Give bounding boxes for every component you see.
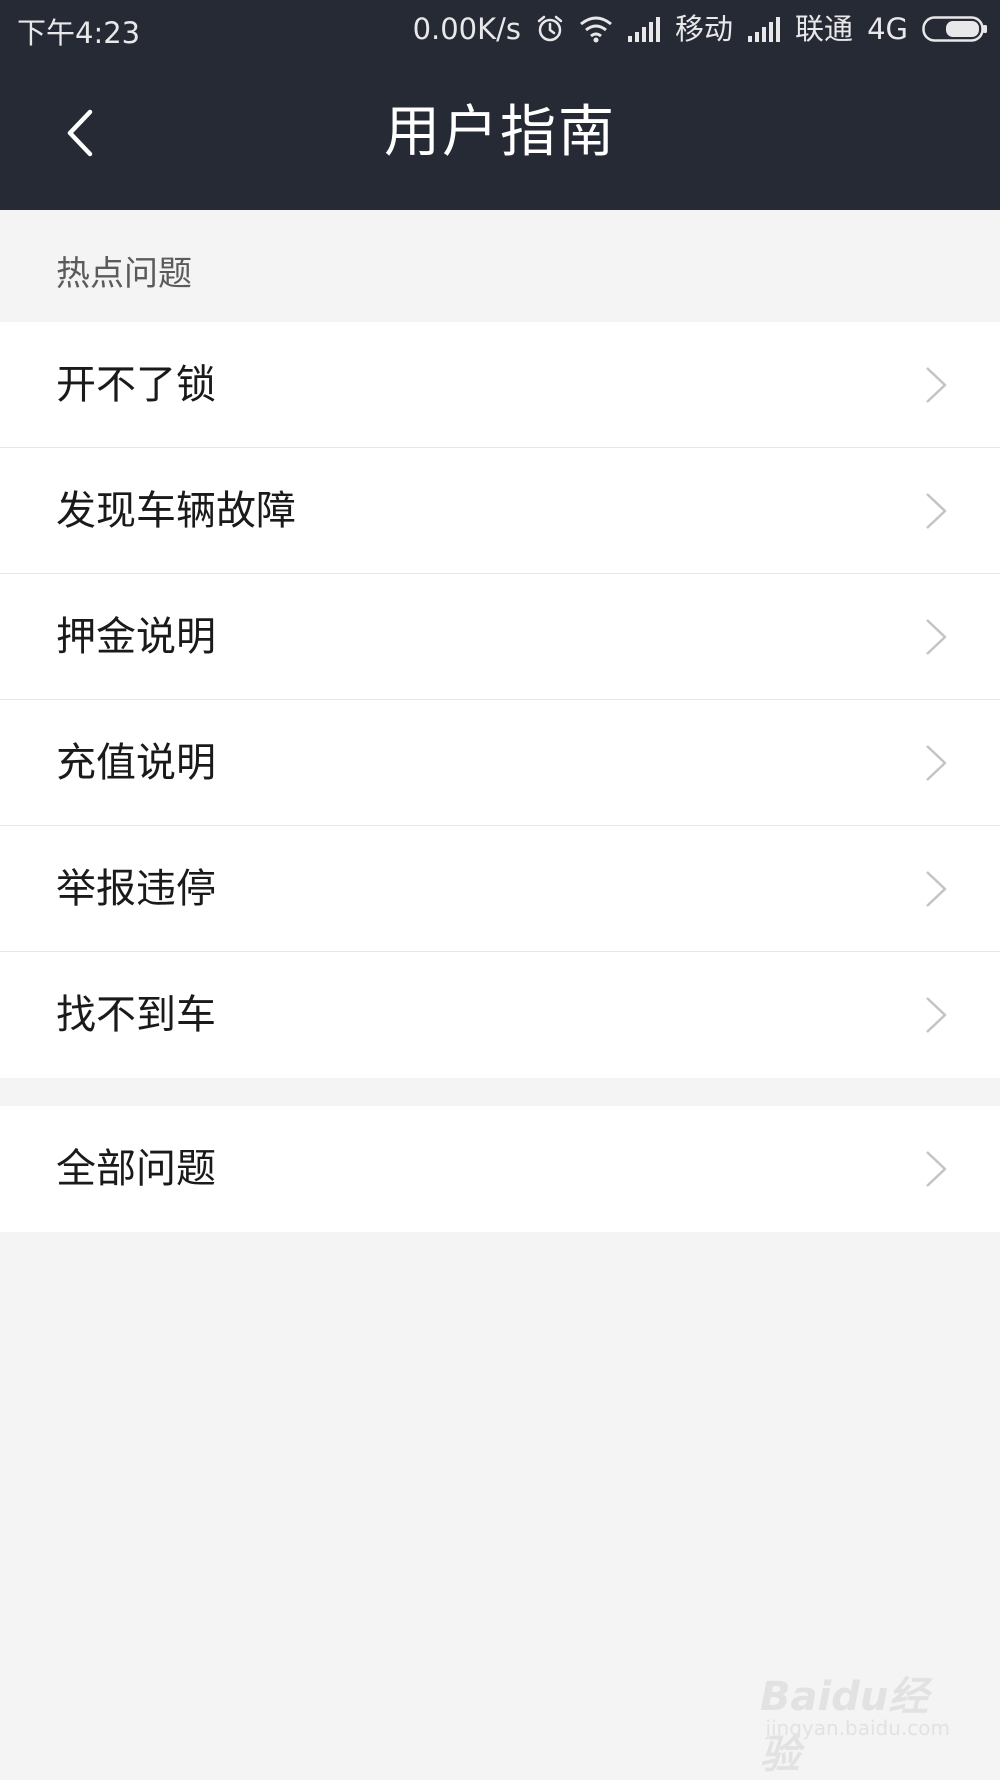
status-indicators: 0.00K/s 移动 联通 4G xyxy=(413,10,988,48)
all-questions-list: 全部问题 xyxy=(0,1106,1000,1232)
list-item-label: 押金说明 xyxy=(56,614,216,660)
chevron-right-icon xyxy=(926,871,947,907)
chevron-right-icon xyxy=(926,745,947,781)
network-type: 4G xyxy=(867,12,908,46)
alarm-icon xyxy=(535,14,565,44)
carrier-1: 移动 xyxy=(675,12,734,46)
chevron-right-icon xyxy=(926,997,947,1033)
battery-icon xyxy=(922,16,988,42)
carrier-2: 联通 xyxy=(795,12,854,46)
list-item-recharge-info[interactable]: 充值说明 xyxy=(0,700,1000,826)
watermark-url: jingyan.baidu.com xyxy=(765,1716,950,1740)
baidu-jingyan-watermark: Baidu经验 jingyan.baidu.com xyxy=(760,1650,950,1778)
list-item-label: 开不了锁 xyxy=(56,362,216,408)
status-time: 下午4:23 xyxy=(17,16,141,50)
navigation-bar: 用户指南 xyxy=(0,58,1000,210)
network-speed: 0.00K/s xyxy=(412,12,522,46)
chevron-right-icon xyxy=(926,619,947,655)
status-bar: 下午4:23 0.00K/s 移动 联通 4G xyxy=(0,0,1000,58)
list-item-all-questions[interactable]: 全部问题 xyxy=(0,1106,1000,1232)
page-title: 用户指南 xyxy=(384,100,616,165)
list-item-cannot-unlock[interactable]: 开不了锁 xyxy=(0,322,1000,448)
list-item-label: 充值说明 xyxy=(56,740,216,786)
list-item-label: 发现车辆故障 xyxy=(56,488,296,534)
list-item-label: 找不到车 xyxy=(56,992,216,1038)
wifi-icon xyxy=(579,15,613,43)
section-header-hot-questions: 热点问题 xyxy=(56,254,192,294)
list-item-deposit-info[interactable]: 押金说明 xyxy=(0,574,1000,700)
list-item-vehicle-fault[interactable]: 发现车辆故障 xyxy=(0,448,1000,574)
list-item-cannot-find-vehicle[interactable]: 找不到车 xyxy=(0,952,1000,1078)
chevron-right-icon xyxy=(926,1151,947,1187)
chevron-right-icon xyxy=(926,493,947,529)
list-item-label: 举报违停 xyxy=(56,866,216,912)
app-header: 下午4:23 0.00K/s 移动 联通 4G 用户指南 xyxy=(0,0,1000,210)
hot-questions-list: 开不了锁 发现车辆故障 押金说明 充值说明 举报违停 找不到车 xyxy=(0,322,1000,1078)
list-item-label: 全部问题 xyxy=(56,1146,216,1192)
signal-icon xyxy=(627,16,661,42)
chevron-right-icon xyxy=(926,367,947,403)
signal-icon xyxy=(747,16,781,42)
list-item-report-illegal-parking[interactable]: 举报违停 xyxy=(0,826,1000,952)
